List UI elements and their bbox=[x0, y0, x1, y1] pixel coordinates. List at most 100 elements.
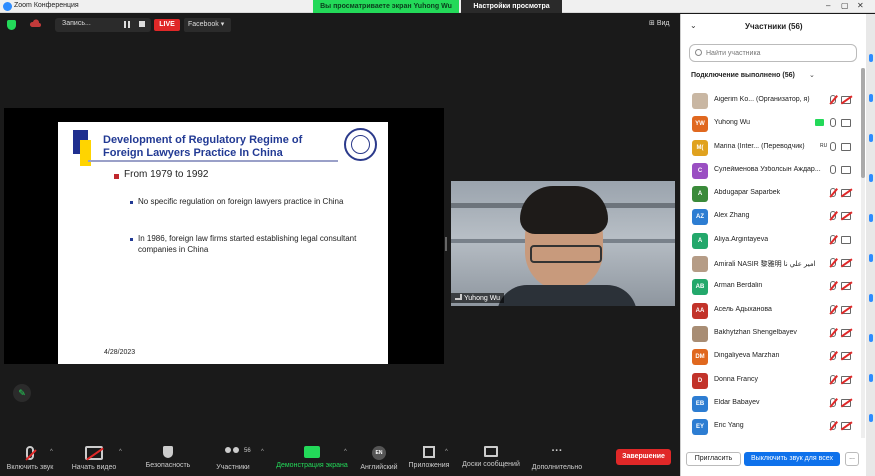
close-icon[interactable]: ✕ bbox=[857, 1, 864, 10]
apps-button[interactable]: Приложения bbox=[404, 442, 454, 476]
slide-title-rule bbox=[88, 160, 338, 162]
participant-row[interactable]: Bakhytzhan Shengelbayev bbox=[681, 322, 859, 345]
participant-row[interactable]: Amirali NASIR 黎雅明 امير علي نا bbox=[681, 252, 859, 275]
participant-row[interactable]: YW Yuhong Wu bbox=[681, 112, 859, 135]
shield-icon bbox=[163, 446, 173, 458]
microphone-muted-icon[interactable] bbox=[830, 95, 836, 104]
more-button[interactable]: ··· Дополнительно bbox=[527, 442, 587, 476]
camera-icon[interactable] bbox=[841, 119, 851, 128]
participant-row[interactable]: AA Асель Адыханова bbox=[681, 299, 859, 322]
microphone-muted-icon[interactable] bbox=[830, 304, 836, 314]
chevron-down-icon[interactable]: ⌄ bbox=[690, 21, 697, 30]
microphone-muted-icon[interactable] bbox=[830, 351, 836, 361]
chevron-up-icon[interactable]: ^ bbox=[119, 449, 122, 455]
microphone-muted-icon[interactable] bbox=[830, 327, 836, 337]
chevron-up-icon[interactable]: ^ bbox=[344, 449, 347, 455]
camera-icon[interactable] bbox=[841, 165, 851, 174]
participant-name: Bakhytzhan Shengelbayev bbox=[714, 328, 797, 336]
microphone-muted-icon[interactable] bbox=[830, 281, 836, 291]
split-handle[interactable] bbox=[445, 237, 447, 251]
microphone-muted-icon[interactable] bbox=[830, 234, 836, 244]
share-screen-button[interactable]: Демонстрация экрана bbox=[272, 442, 352, 476]
camera-off-icon[interactable] bbox=[841, 212, 851, 221]
camera-off-icon[interactable] bbox=[841, 422, 851, 431]
signal-icon bbox=[455, 294, 462, 300]
edge-marker bbox=[869, 54, 873, 62]
microphone-muted-icon[interactable] bbox=[830, 258, 836, 268]
camera-off-icon[interactable] bbox=[841, 282, 851, 291]
chevron-down-icon[interactable]: ⌄ bbox=[809, 71, 815, 79]
speaker-video-tile[interactable]: Yuhong Wu bbox=[451, 181, 675, 306]
microphone-icon[interactable] bbox=[830, 141, 836, 151]
camera-icon[interactable] bbox=[841, 235, 851, 244]
view-settings-button[interactable]: Настройки просмотра bbox=[461, 0, 562, 13]
participant-row[interactable]: M(Marina (Inter... (Переводчик) RU bbox=[681, 136, 859, 159]
language-button[interactable]: EN Английский bbox=[355, 442, 403, 476]
camera-off-icon[interactable] bbox=[841, 305, 851, 314]
stream-target-dropdown[interactable]: Facebook ▾ bbox=[184, 18, 231, 32]
participant-row[interactable]: DM Dingaliyeva Marzhan bbox=[681, 345, 859, 368]
minimize-icon[interactable]: – bbox=[826, 1, 830, 10]
microphone-muted-icon[interactable] bbox=[830, 188, 836, 198]
chevron-up-icon[interactable]: ^ bbox=[261, 449, 264, 455]
slide-date: 4/28/2023 bbox=[104, 349, 136, 356]
start-video-button[interactable]: Начать видео bbox=[66, 442, 122, 476]
unmute-button[interactable]: Включить звук bbox=[4, 442, 56, 476]
participant-name: Alex Zhang bbox=[714, 212, 750, 220]
camera-off-icon[interactable] bbox=[841, 259, 851, 268]
camera-off-icon[interactable] bbox=[841, 96, 851, 104]
panel-more-button[interactable]: ... bbox=[845, 452, 859, 466]
camera-icon[interactable] bbox=[841, 142, 851, 151]
participant-row[interactable]: D Donna Francy bbox=[681, 369, 859, 392]
invite-button[interactable]: Пригласить bbox=[686, 452, 741, 466]
participant-row[interactable]: С Сулейменова Узболсын Аждар... bbox=[681, 159, 859, 182]
maximize-icon[interactable]: ▢ bbox=[841, 1, 849, 10]
camera-off-icon[interactable] bbox=[841, 328, 851, 337]
whiteboard-icon bbox=[484, 446, 498, 457]
participant-row[interactable]: A Aliya.Argintayeva bbox=[681, 229, 859, 252]
edge-marker bbox=[869, 334, 873, 342]
participant-search[interactable] bbox=[689, 44, 857, 62]
stop-icon[interactable] bbox=[139, 21, 145, 27]
microphone-muted-icon[interactable] bbox=[830, 374, 836, 384]
participant-row[interactable]: EY Eric Yang bbox=[681, 415, 859, 438]
participant-row[interactable]: A Abdugapar Saparbek bbox=[681, 182, 859, 205]
meeting-topbar: Запись... LIVE Facebook ▾ ⊞ Вид bbox=[0, 14, 680, 36]
avatar bbox=[692, 325, 708, 342]
apps-icon bbox=[423, 446, 435, 458]
end-meeting-button[interactable]: Завершение bbox=[616, 449, 671, 465]
scrollbar-thumb[interactable] bbox=[861, 68, 865, 178]
chevron-up-icon[interactable]: ^ bbox=[50, 449, 53, 455]
camera-off-icon[interactable] bbox=[841, 189, 851, 198]
mute-all-button[interactable]: Выключить звук для всех bbox=[744, 452, 840, 466]
participant-row[interactable]: AB Arman Berdalin bbox=[681, 275, 859, 298]
cloud-icon[interactable] bbox=[29, 18, 41, 28]
view-button[interactable]: ⊞ Вид bbox=[649, 19, 669, 27]
slide-decor-block bbox=[80, 140, 91, 166]
microphone-muted-icon[interactable] bbox=[830, 211, 836, 221]
participant-row[interactable]: EB Eldar Babayev bbox=[681, 392, 859, 415]
participant-row[interactable]: AZ Alex Zhang bbox=[681, 205, 859, 228]
camera-off-icon[interactable] bbox=[841, 375, 851, 384]
pause-icon[interactable] bbox=[124, 21, 130, 28]
camera-off-icon[interactable] bbox=[841, 398, 851, 407]
live-badge[interactable]: LIVE bbox=[154, 19, 180, 31]
microphone-muted-icon[interactable] bbox=[830, 421, 836, 431]
participant-name: Сулейменова Узболсын Аждар... bbox=[714, 165, 821, 173]
participant-row[interactable]: Aigerim Ko... (Организатор, я) bbox=[681, 89, 859, 112]
edge-marker bbox=[869, 174, 873, 182]
participants-panel: ⌄ Участники (56) Подключение выполнено (… bbox=[680, 14, 866, 476]
security-button[interactable]: Безопасность bbox=[140, 442, 196, 476]
microphone-muted-icon[interactable] bbox=[830, 397, 836, 407]
camera-off-icon[interactable] bbox=[841, 352, 851, 361]
avatar: DM bbox=[692, 349, 708, 366]
participant-name: Donna Francy bbox=[714, 375, 758, 383]
search-input[interactable] bbox=[706, 47, 851, 60]
annotate-pencil-icon[interactable]: ✎ bbox=[13, 384, 31, 402]
chevron-up-icon[interactable]: ^ bbox=[445, 449, 448, 455]
microphone-icon[interactable] bbox=[830, 118, 836, 128]
microphone-icon[interactable] bbox=[830, 164, 836, 174]
whiteboards-button[interactable]: Доски сообщений bbox=[458, 442, 524, 476]
avatar: A bbox=[692, 186, 708, 203]
shield-icon[interactable] bbox=[7, 20, 16, 30]
